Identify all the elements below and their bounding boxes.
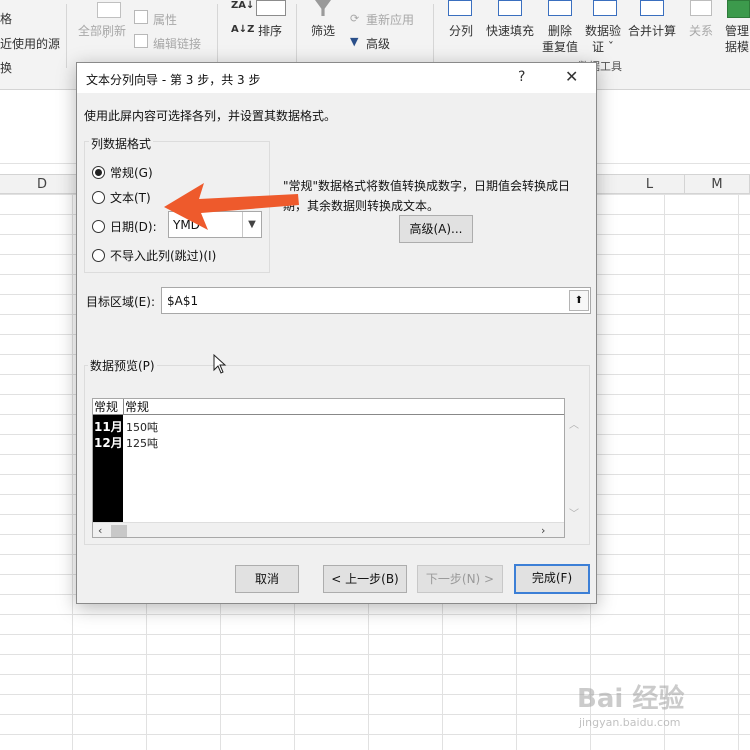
back-button[interactable]: < 上一步(B)	[323, 565, 407, 593]
radio-skip-column[interactable]: 不导入此列(跳过)(I)	[92, 246, 216, 264]
radio-text[interactable]: 文本(T)	[92, 188, 151, 206]
flash-fill-button[interactable]: 快速填充	[486, 22, 534, 39]
preview-cell: 12月	[94, 436, 123, 450]
ribbon-separator	[217, 4, 218, 68]
data-preview-box[interactable]: 常规 常规 11月 12月 150吨 125吨 ‹ ›	[92, 398, 565, 538]
ribbon-left-item[interactable]: 格	[0, 10, 12, 27]
column-format-group-label: 列数据格式	[89, 135, 154, 152]
chevron-up-icon[interactable]: ︿	[569, 416, 579, 431]
dialog-titlebar[interactable]: 文本分列向导 - 第 3 步，共 3 步 ? ✕	[77, 63, 596, 93]
chevron-down-icon[interactable]: ﹀	[569, 505, 579, 520]
text-to-columns-dialog: 文本分列向导 - 第 3 步，共 3 步 ? ✕ 使用此屏内容可选择各列，并设置…	[76, 62, 597, 604]
collapse-dialog-icon[interactable]: ⬆	[569, 290, 589, 311]
ribbon-left-item[interactable]: 换	[0, 59, 12, 76]
preview-cell: 125吨	[126, 437, 158, 450]
filter-button[interactable]: 筛选	[311, 22, 335, 39]
preview-header-row: 常规 常规	[93, 399, 564, 415]
radio-text-label: 文本(T)	[110, 190, 151, 205]
reapply-button[interactable]: 重新应用	[366, 11, 414, 28]
chevron-down-icon: ˇ	[103, 36, 108, 47]
preview-vertical-scrollbar[interactable]: ︿ ﹀	[565, 398, 583, 522]
target-range-input[interactable]: $A$1 ⬆	[161, 287, 591, 314]
date-format-value: YMD	[173, 218, 200, 232]
cancel-button[interactable]: 取消	[235, 565, 299, 593]
advanced-filter-button[interactable]: 高级	[366, 35, 390, 52]
reapply-icon: ⟳	[350, 12, 360, 25]
preview-selected-column[interactable]: 11月 12月	[93, 415, 123, 522]
radio-button-icon[interactable]	[92, 165, 105, 179]
manage-data-model-button[interactable]: 管理	[725, 22, 749, 39]
radio-general-label: 常规(G)	[110, 165, 153, 180]
preview-cell: 150吨	[126, 421, 158, 434]
ribbon-left-item[interactable]: 近使用的源	[0, 35, 60, 52]
split-column-icon	[448, 0, 472, 16]
data-validation-label: 证 ˇ	[592, 40, 614, 54]
data-preview-label: 数据预览(P)	[88, 357, 157, 374]
finish-button[interactable]: 完成(F)	[514, 564, 590, 594]
sort-za-icon[interactable]: A↓Z	[231, 24, 254, 35]
consolidate-icon	[640, 0, 664, 16]
column-header-d[interactable]: D	[0, 175, 85, 195]
data-validation-button[interactable]: 数据验	[585, 22, 621, 39]
radio-date-label: 日期(D):	[110, 219, 157, 234]
next-button[interactable]: 下一步(N) >	[417, 565, 503, 593]
properties-button[interactable]: 属性	[153, 11, 177, 28]
dialog-title: 文本分列向导 - 第 3 步，共 3 步	[86, 73, 261, 87]
ribbon-separator	[433, 4, 434, 68]
column-header-l[interactable]: L	[615, 175, 685, 195]
radio-button-icon[interactable]	[92, 219, 105, 233]
relationships-button[interactable]: 关系	[689, 22, 713, 39]
remove-duplicates-button[interactable]: 删除	[548, 22, 572, 39]
consolidate-button[interactable]: 合并计算	[628, 22, 676, 39]
sort-az-icon[interactable]: ZA↓	[231, 0, 254, 11]
radio-button-icon[interactable]	[92, 248, 105, 262]
scrollbar-thumb[interactable]	[111, 525, 127, 537]
advanced-button[interactable]: 高级(A)...	[399, 215, 473, 243]
dialog-instruction: 使用此屏内容可选择各列，并设置其数据格式。	[84, 109, 337, 123]
radio-date[interactable]: 日期(D):	[92, 217, 157, 235]
watermark-url: jingyan.baidu.com	[579, 716, 681, 729]
remove-duplicates-icon	[548, 0, 572, 16]
column-header-m[interactable]: M	[685, 175, 750, 195]
refresh-all-icon	[97, 2, 121, 18]
help-icon[interactable]: ?	[518, 69, 525, 85]
chevron-left-icon[interactable]: ‹	[98, 524, 102, 537]
target-range-value: $A$1	[167, 294, 199, 308]
chevron-down-icon[interactable]: ▼	[242, 212, 261, 237]
edit-links-button[interactable]: 编辑链接	[153, 35, 201, 52]
watermark-text: Bai 经验	[577, 684, 685, 714]
radio-button-icon[interactable]	[92, 190, 105, 204]
close-icon[interactable]: ✕	[565, 67, 578, 86]
target-range-label: 目标区域(E):	[86, 295, 155, 309]
manage-data-model-icon	[727, 0, 750, 18]
edit-links-icon	[134, 34, 148, 48]
preview-cell: 11月	[94, 420, 123, 434]
sort-button[interactable]: 排序	[258, 22, 282, 39]
preview-horizontal-scrollbar[interactable]: ‹ ›	[93, 522, 564, 537]
radio-skip-column-label: 不导入此列(跳过)(I)	[110, 248, 217, 263]
watermark-logo: Bai 经验 jingyan.baidu.com	[577, 672, 737, 742]
ribbon-separator	[66, 4, 67, 68]
ribbon-separator	[296, 4, 297, 68]
properties-icon	[134, 10, 148, 24]
preview-column-header[interactable]: 常规	[124, 399, 564, 415]
format-description: "常规"数据格式将数值转换成数字，日期值会转换成日期，其余数据则转换成文本。	[283, 179, 571, 213]
date-format-select[interactable]: YMD ▼	[168, 211, 262, 238]
refresh-all-button[interactable]: 全部刷新	[78, 22, 126, 39]
flash-fill-icon	[498, 0, 522, 16]
relationships-icon	[690, 0, 712, 16]
data-validation-icon	[593, 0, 617, 16]
preview-column-header[interactable]: 常规	[93, 399, 124, 415]
radio-general[interactable]: 常规(G)	[92, 163, 153, 181]
split-column-button[interactable]: 分列	[449, 22, 473, 39]
filter-icon	[315, 0, 331, 16]
sort-icon	[256, 0, 286, 16]
remove-duplicates-label: 重复值	[542, 40, 579, 54]
chevron-right-icon[interactable]: ›	[541, 524, 545, 537]
mouse-cursor-icon	[213, 354, 227, 374]
advanced-filter-icon: ▼	[350, 35, 359, 48]
manage-data-model-label: 据模	[725, 40, 750, 54]
